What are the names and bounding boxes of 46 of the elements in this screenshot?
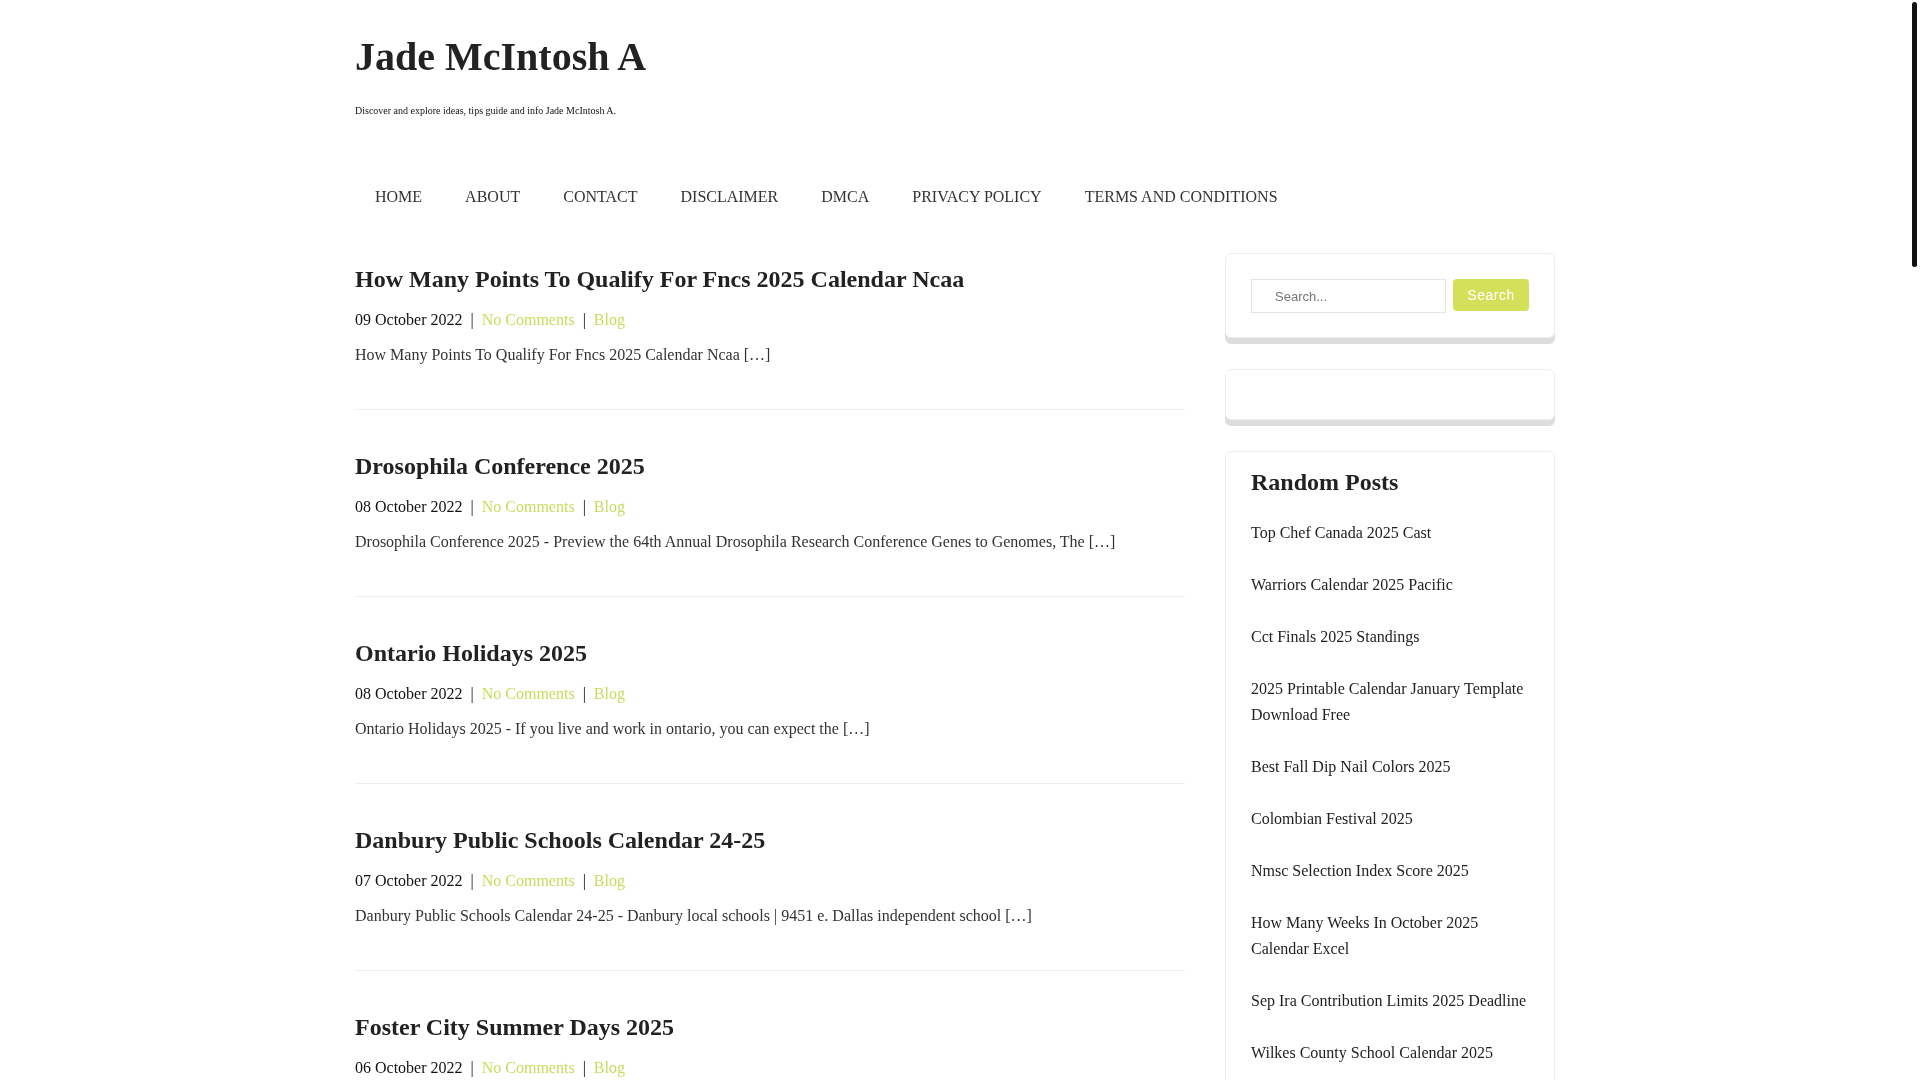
random-post-link[interactable]: Top Chef Canada 2025 Cast [1251,520,1529,546]
nav-link[interactable]: CONTACT [541,185,659,209]
meta-separator: | [582,871,586,892]
post-title[interactable]: Drosophila Conference 2025 [355,452,645,481]
meta-separator: | [470,1058,474,1079]
site-tagline: Discover and explore ideas, tips guide and info Jade McIntosh A. [355,104,617,118]
random-post-link[interactable]: Best Fall Dip Nail Colors 2025 [1251,754,1529,780]
post-date: 07 October 2022 [355,871,463,891]
post-excerpt: Drosophila Conference 2025 - Preview the 64th Annual Drosophila Research Conference Genes to Genomes, The […] [355,532,1116,553]
site-title[interactable]: Jade McIntosh A [355,33,647,80]
nav-link[interactable]: DISCLAIMER [659,185,800,209]
meta-separator: | [470,684,474,705]
post-excerpt: How Many Points To Qualify For Fncs 2025 Calendar Ncaa […] [355,345,771,366]
scrollbar-thumb[interactable] [1912,2,1917,267]
nav-link[interactable]: HOME [353,185,444,209]
meta-separator: | [582,684,586,705]
meta-separator: | [470,871,474,892]
post-date: 06 October 2022 [355,1058,463,1078]
post-date: 08 October 2022 [355,497,463,517]
nav-link[interactable]: TERMS AND CONDITIONS [1063,185,1300,209]
random-post-link[interactable]: How Many Weeks In October 2025 Calendar Excel [1251,910,1529,962]
meta-separator: | [582,1058,586,1079]
post-excerpt: Ontario Holidays 2025 - If you live and work in ontario, you can expect the […] [355,719,870,740]
nav-link[interactable]: ABOUT [443,185,542,209]
post-title[interactable]: How Many Points To Qualify For Fncs 2025 Calendar Ncaa [355,265,965,294]
random-post-link[interactable]: Warriors Calendar 2025 Pacific [1251,572,1529,598]
meta-separator: | [582,497,586,518]
random-post-link[interactable]: Nmsc Selection Index Score 2025 [1251,858,1529,884]
post-title[interactable]: Danbury Public Schools Calendar 24-25 [355,826,766,855]
meta-separator: | [470,310,474,331]
nav-link[interactable]: DMCA [799,185,891,209]
random-posts-heading: Random Posts [1251,468,1399,497]
meta-separator: | [470,497,474,518]
random-post-link[interactable]: Wilkes County School Calendar 2025 [1251,1040,1529,1066]
random-post-link[interactable]: Cct Finals 2025 Standings [1251,624,1529,650]
search-field[interactable]: Search... [1251,279,1446,313]
post-excerpt: Danbury Public Schools Calendar 24-25 - Danbury local schools | 9451 e. Dallas independent school […] [355,906,1032,927]
nav-link[interactable]: PRIVACY POLICY [890,185,1064,209]
post-title[interactable]: Ontario Holidays 2025 [355,639,588,668]
random-post-link[interactable]: 2025 Printable Calendar January Template Download Free [1251,676,1529,728]
meta-separator: | [582,310,586,331]
random-post-link[interactable]: Colombian Festival 2025 [1251,806,1529,832]
random-post-link[interactable]: Sep Ira Contribution Limits 2025 Deadline [1251,988,1529,1014]
post-date: 09 October 2022 [355,310,463,330]
post-title[interactable]: Foster City Summer Days 2025 [355,1013,675,1042]
post-date: 08 October 2022 [355,684,463,704]
